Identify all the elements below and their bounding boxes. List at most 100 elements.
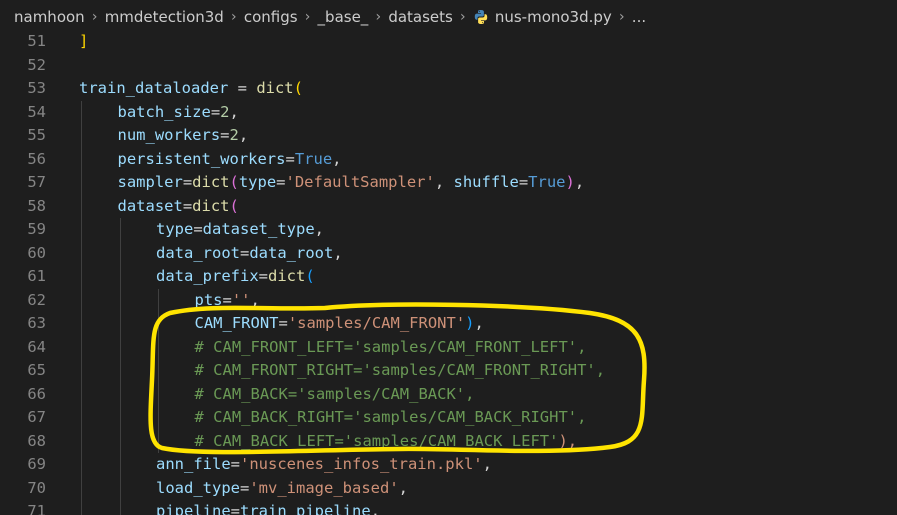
code-line[interactable]: 70 load_type='mv_image_based', xyxy=(0,476,897,500)
code-token: 2 xyxy=(229,126,239,144)
code-token: = xyxy=(220,126,230,144)
code-token: data_prefix xyxy=(156,267,259,285)
code-line[interactable]: 66 # CAM_BACK='samples/CAM_BACK', xyxy=(0,382,897,406)
code-text: # CAM_BACK_RIGHT='samples/CAM_BACK_RIGHT… xyxy=(195,406,587,430)
line-number: 61 xyxy=(27,267,46,285)
line-number: 68 xyxy=(27,431,46,450)
code-line[interactable]: 60 data_root=data_root, xyxy=(0,241,897,265)
code-token: 'nuscenes_infos_train.pkl' xyxy=(240,455,483,473)
line-number: 53 xyxy=(27,79,46,97)
code-token: = xyxy=(182,173,193,191)
code-line[interactable]: 57 sampler=dict(type='DefaultSampler', sh… xyxy=(0,171,897,195)
indent-guide xyxy=(158,382,159,406)
code-token: = xyxy=(240,478,250,497)
code-line[interactable]: 63 CAM_FRONT='samples/CAM_FRONT'), xyxy=(0,312,897,336)
code-token: train_dataloader xyxy=(79,79,229,97)
code-text: data_prefix=dict( xyxy=(156,265,315,289)
code-line[interactable]: 71 pipeline=train_pipeline, xyxy=(0,500,897,515)
chevron-right-icon: › xyxy=(460,9,466,25)
code-token: , xyxy=(250,290,260,309)
code-token: , xyxy=(398,478,408,497)
indent-guide xyxy=(119,500,121,515)
code-token: data_root xyxy=(156,243,240,262)
code-line[interactable]: 56 persistent_workers=True, xyxy=(0,147,897,171)
code-token: ), xyxy=(558,431,578,450)
code-line[interactable]: 68 # CAM_BACK_LEFT='samples/CAM_BACK_LEFT… xyxy=(0,429,897,453)
line-number: 64 xyxy=(27,337,46,356)
code-editor[interactable]: 51] 52 53 train_dataloader = dict(54 batch_s… xyxy=(0,30,897,515)
code-token: batch_size xyxy=(117,102,211,121)
code-text: train_dataloader = dict( xyxy=(79,77,303,101)
code-line[interactable]: 65 # CAM_FRONT_RIGHT='samples/CAM_FRONT_R… xyxy=(0,359,897,383)
code-line[interactable]: 55 num_workers=2, xyxy=(0,124,897,148)
indent-guide xyxy=(158,288,159,312)
line-number: 54 xyxy=(27,102,46,121)
code-text: CAM_FRONT='samples/CAM_FRONT'), xyxy=(195,312,484,336)
python-file-icon xyxy=(474,10,488,24)
code-token: pts xyxy=(194,290,223,309)
line-number: 66 xyxy=(27,384,46,403)
indent-guide xyxy=(119,218,121,242)
code-token: pipeline xyxy=(156,502,231,515)
indent-guide xyxy=(119,265,121,289)
code-token: # CAM_FRONT_RIGHT='samples/CAM_FRONT_RIG… xyxy=(194,361,606,379)
breadcrumb-item-base[interactable]: _base_ xyxy=(318,8,369,26)
code-line[interactable]: 69 ann_file='nuscenes_infos_train.pkl', xyxy=(0,453,897,477)
code-token: = xyxy=(258,267,268,285)
indent-guide xyxy=(81,241,82,265)
code-token: type xyxy=(156,220,194,238)
code-token: = xyxy=(222,290,232,309)
code-token: data_root xyxy=(249,243,334,262)
code-token: ( xyxy=(229,196,239,215)
indent-guide xyxy=(119,429,121,453)
indent-guide xyxy=(119,312,121,336)
code-line[interactable]: 52 xyxy=(0,54,897,78)
code-token: ) xyxy=(465,314,475,332)
code-token: = xyxy=(518,173,529,191)
indent-guide xyxy=(119,476,121,500)
code-token: 2 xyxy=(220,102,230,121)
indent-guide xyxy=(119,288,121,312)
breadcrumb-file[interactable]: nus-mono3d.py xyxy=(495,8,612,26)
chevron-right-icon: › xyxy=(375,9,382,25)
indent-guide xyxy=(81,147,82,171)
indent-guide xyxy=(158,359,159,383)
breadcrumb-item-datasets[interactable]: datasets xyxy=(388,8,453,26)
code-token: dataset_type xyxy=(202,220,315,238)
code-token: True xyxy=(528,173,566,191)
breadcrumb-item-configs[interactable]: configs xyxy=(244,8,298,26)
code-text: ann_file='nuscenes_infos_train.pkl', xyxy=(156,453,492,477)
code-line[interactable]: 62 pts='', xyxy=(0,288,897,312)
line-number: 51 xyxy=(27,32,46,50)
indent-guide xyxy=(81,382,82,406)
code-token: ( xyxy=(293,79,303,97)
code-line[interactable]: 53 train_dataloader = dict( xyxy=(0,77,897,101)
chevron-right-icon: › xyxy=(91,9,98,25)
line-number: 58 xyxy=(27,196,46,215)
code-token: , xyxy=(229,102,239,121)
indent-guide xyxy=(81,359,82,383)
code-token: , xyxy=(333,243,343,262)
code-token: load_type xyxy=(156,478,240,497)
code-line[interactable]: 61 data_prefix=dict( xyxy=(0,265,897,289)
breadcrumb-item-mmdetection3d[interactable]: mmdetection3d xyxy=(105,8,224,26)
code-token: = xyxy=(240,243,250,262)
indent-guide xyxy=(81,171,82,195)
code-line[interactable]: 64 # CAM_FRONT_LEFT='samples/CAM_FRONT_LE… xyxy=(0,335,897,360)
indent-guide xyxy=(119,453,121,477)
code-line[interactable]: 54 batch_size=2, xyxy=(0,100,897,124)
code-text: # CAM_FRONT_LEFT='samples/CAM_FRONT_LEFT… xyxy=(195,336,587,360)
code-line[interactable]: 58 dataset=dict( xyxy=(0,194,897,218)
code-token: sampler xyxy=(117,173,183,191)
indent-guide xyxy=(81,124,82,148)
code-line[interactable]: 59 type=dataset_type, xyxy=(0,218,897,242)
code-token: = xyxy=(278,314,288,332)
code-line[interactable]: 51] xyxy=(0,30,897,54)
line-number: 71 xyxy=(27,502,46,515)
code-line[interactable]: 67 # CAM_BACK_RIGHT='samples/CAM_BACK_RIG… xyxy=(0,406,897,430)
breadcrumb-ellipsis[interactable]: ... xyxy=(632,8,646,26)
code-token: dict xyxy=(256,79,294,97)
breadcrumb-item-namhoon[interactable]: namhoon xyxy=(14,8,85,26)
chevron-right-icon: › xyxy=(304,9,311,25)
code-token: , xyxy=(434,173,454,191)
